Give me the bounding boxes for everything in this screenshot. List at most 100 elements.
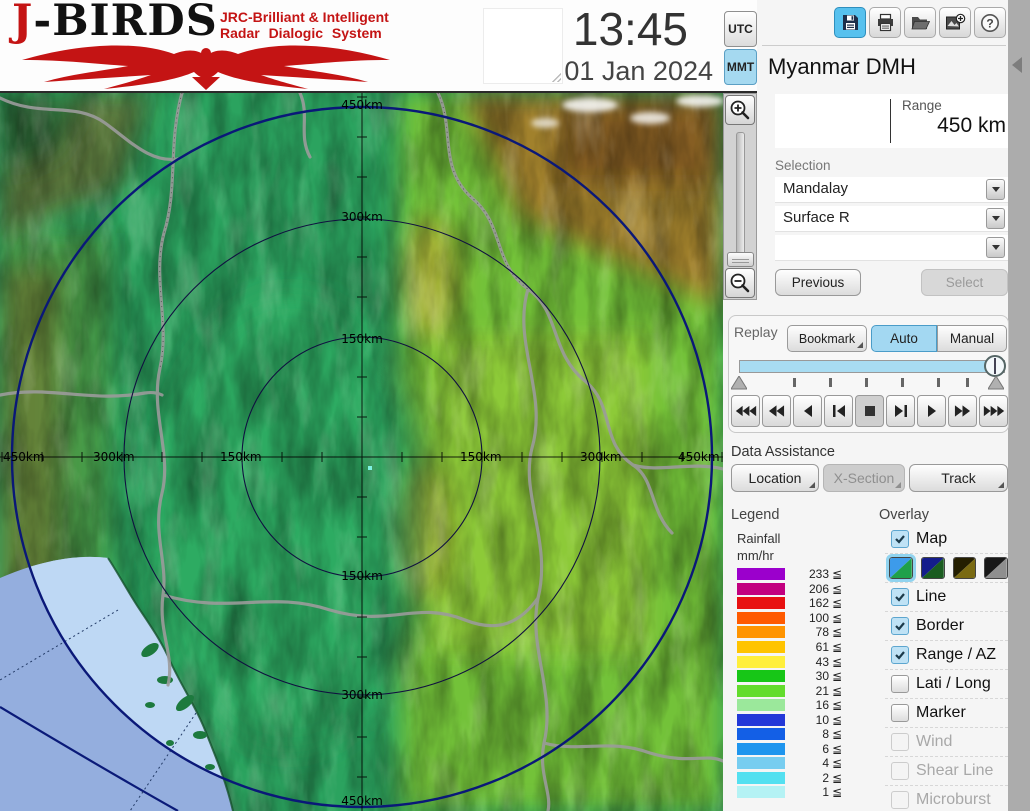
help-icon: ?: [980, 13, 1000, 33]
slider-tick: [865, 378, 868, 387]
checkbox[interactable]: [891, 791, 909, 809]
stop-button[interactable]: [855, 395, 884, 427]
svg-text:150km: 150km: [460, 450, 502, 464]
mmt-button[interactable]: MMT: [724, 49, 757, 85]
slider-start-marker[interactable]: [731, 376, 747, 390]
checkbox[interactable]: [891, 733, 909, 751]
panel-separator: [762, 45, 1006, 46]
legend-swatch: [737, 641, 785, 653]
overlay-item-microburst[interactable]: Microburst: [885, 785, 1008, 811]
rewind-button[interactable]: [762, 395, 791, 427]
menu-corner-icon: [895, 482, 901, 488]
legend-row: 233≦: [737, 567, 867, 582]
legend-swatch: [737, 670, 785, 682]
checkbox[interactable]: [891, 675, 909, 693]
bookmark-button[interactable]: Bookmark: [787, 325, 867, 352]
overlay-item-wind[interactable]: Wind: [885, 727, 1008, 756]
legend-swatch: [737, 656, 785, 668]
panel-collapse-arrow-icon[interactable]: [1012, 57, 1022, 73]
floppy-save-icon: [841, 13, 860, 32]
overlay-item-map[interactable]: Map: [885, 524, 1008, 553]
slider-tick: [829, 378, 832, 387]
range-label: Range: [902, 98, 942, 113]
replay-slider-handle[interactable]: [984, 355, 1006, 377]
svg-text:300km: 300km: [93, 450, 135, 464]
track-button[interactable]: Track: [909, 464, 1008, 492]
location-button[interactable]: Location: [731, 464, 819, 492]
overlay-item-lati-long[interactable]: Lati / Long: [885, 669, 1008, 698]
slider-tick: [937, 378, 940, 387]
overlay-item-marker[interactable]: Marker: [885, 698, 1008, 727]
fast-rewind-button[interactable]: [731, 395, 760, 427]
manual-mode-button[interactable]: Manual: [937, 325, 1007, 352]
map-style-swatch[interactable]: [984, 557, 1008, 579]
legend-swatch: [737, 743, 785, 755]
chevron-down-icon[interactable]: [986, 179, 1005, 200]
chevron-down-icon[interactable]: [986, 208, 1005, 229]
checkbox[interactable]: [891, 762, 909, 780]
legend-swatch: [737, 626, 785, 638]
replay-label: Replay: [734, 324, 778, 340]
overlay-item-line[interactable]: Line: [885, 582, 1008, 611]
eagle-logo-icon: [6, 44, 406, 90]
radar-map[interactable]: 450km 300km 150km 150km 300km 450km 450k…: [0, 93, 723, 811]
add-image-button[interactable]: [939, 7, 971, 38]
overlay-item-shear-line[interactable]: Shear Line: [885, 756, 1008, 785]
open-folder-icon: [910, 13, 930, 32]
zoom-slider-handle[interactable]: [727, 252, 754, 267]
x-section-button[interactable]: X-Section: [823, 464, 905, 492]
clock-date: 01 Jan 2024: [543, 56, 713, 87]
slider-tick: [966, 378, 969, 387]
zoom-in-button[interactable]: [725, 95, 755, 125]
chevron-down-icon[interactable]: [986, 237, 1005, 258]
zoom-out-button[interactable]: [725, 268, 755, 298]
previous-button[interactable]: Previous: [775, 269, 861, 296]
legend-row: 100≦: [737, 611, 867, 626]
legend-row: 4≦: [737, 756, 867, 771]
slider-tick: [901, 378, 904, 387]
help-button[interactable]: ?: [974, 7, 1006, 38]
site-dropdown[interactable]: Mandalay: [775, 177, 1008, 203]
select-button[interactable]: Select: [921, 269, 1008, 296]
overlay-item-range-az[interactable]: Range / AZ: [885, 640, 1008, 669]
checkbox[interactable]: [891, 704, 909, 722]
map-style-swatch[interactable]: [921, 557, 945, 579]
forward-button[interactable]: [948, 395, 977, 427]
auto-mode-button[interactable]: Auto: [871, 325, 937, 352]
checkbox[interactable]: [891, 617, 909, 635]
data-assistance-label: Data Assistance: [731, 444, 835, 460]
checkbox[interactable]: [891, 530, 909, 548]
extra-dropdown[interactable]: [775, 235, 1008, 261]
slider-end-marker[interactable]: [988, 376, 1004, 390]
replay-slider-track[interactable]: [739, 360, 1005, 373]
play-button[interactable]: [917, 395, 946, 427]
selection-label: Selection: [775, 158, 831, 173]
checkbox[interactable]: [891, 588, 909, 606]
legend-unit: mm/hr: [737, 547, 867, 564]
legend-swatch: [737, 772, 785, 784]
svg-text:150km: 150km: [341, 332, 383, 346]
zoom-slider-track[interactable]: [736, 132, 745, 260]
header-bar: J-BIRDS JRC-Brilliant & Intelligent Rada…: [0, 0, 757, 93]
legend-swatch: [737, 728, 785, 740]
play-reverse-button[interactable]: [793, 395, 822, 427]
logo-tagline: JRC-Brilliant & Intelligent Radar Dialog…: [220, 9, 389, 41]
legend-title: Rainfall: [737, 530, 867, 547]
print-button[interactable]: [869, 7, 901, 38]
save-button[interactable]: [834, 7, 866, 38]
printer-icon: [876, 13, 895, 32]
menu-corner-icon: [809, 482, 815, 488]
menu-corner-icon: [857, 342, 863, 348]
map-style-swatch[interactable]: [889, 557, 913, 579]
open-folder-button[interactable]: [904, 7, 936, 38]
skip-forward-button[interactable]: [886, 395, 915, 427]
utc-button[interactable]: UTC: [724, 11, 757, 47]
legend-row: 8≦: [737, 727, 867, 742]
map-style-swatch[interactable]: [953, 557, 977, 579]
product-dropdown[interactable]: Surface R: [775, 206, 1008, 232]
fast-forward-button[interactable]: [979, 395, 1008, 427]
terrain-map: 450km 300km 150km 150km 300km 450km 450k…: [0, 93, 723, 811]
checkbox[interactable]: [891, 646, 909, 664]
skip-back-button[interactable]: [824, 395, 853, 427]
overlay-item-border[interactable]: Border: [885, 611, 1008, 640]
